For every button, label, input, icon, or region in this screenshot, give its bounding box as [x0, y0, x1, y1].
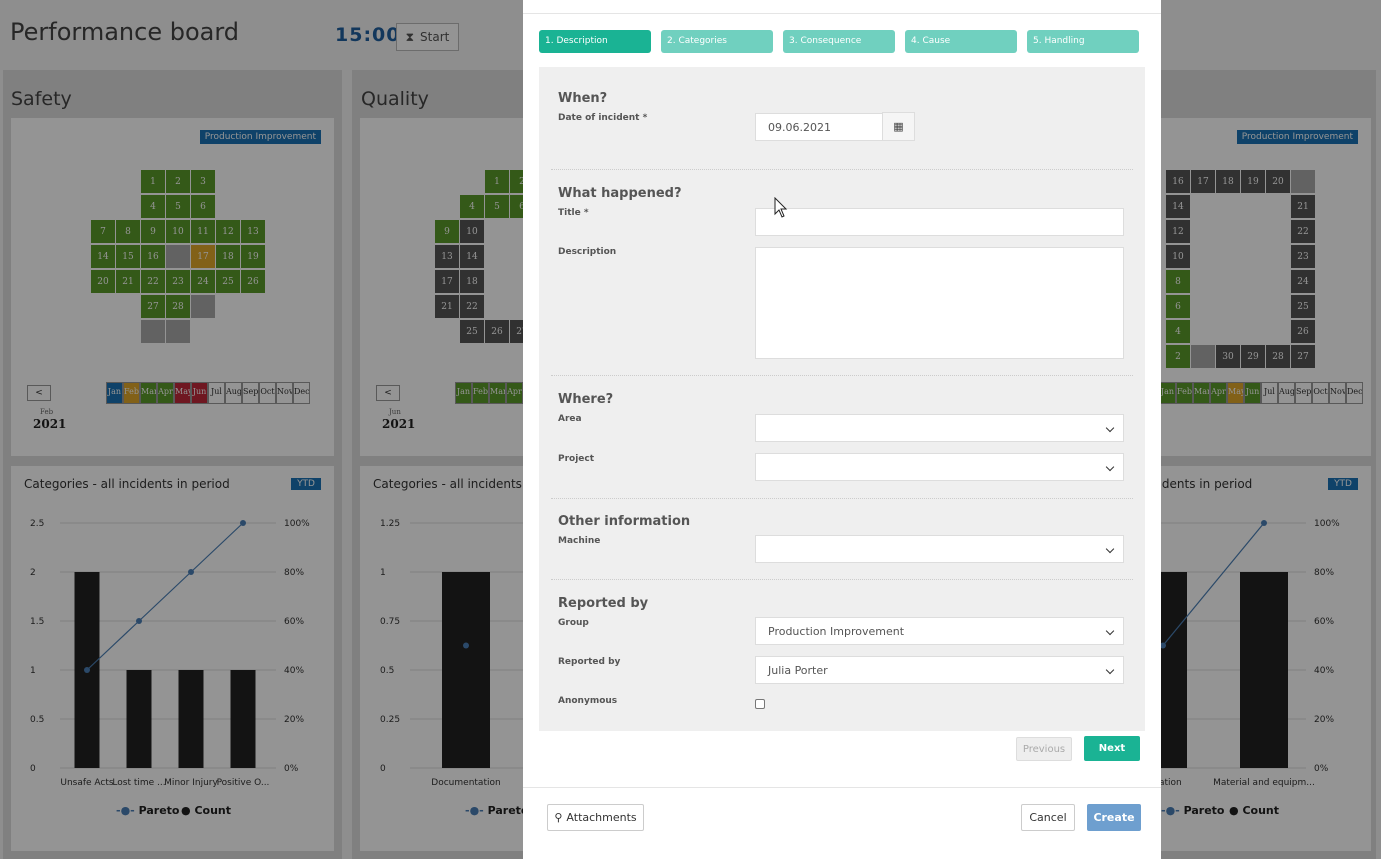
incident-modal: 1. Description 2. Categories 3. Conseque… — [523, 0, 1161, 859]
step-categories[interactable]: 2. Categories — [661, 30, 773, 53]
date-input[interactable]: 09.06.2021 — [755, 113, 884, 141]
divider — [551, 579, 1133, 580]
divider — [551, 169, 1133, 170]
reported-heading: Reported by — [558, 596, 649, 611]
when-heading: When? — [558, 91, 608, 106]
modal-footer-divider — [523, 787, 1161, 788]
area-label: Area — [558, 414, 582, 424]
attachments-label: Attachments — [566, 811, 637, 824]
group-select[interactable]: Production Improvement — [755, 617, 1124, 645]
title-label: Title * — [558, 208, 589, 218]
group-label: Group — [558, 618, 589, 628]
cancel-button[interactable]: Cancel — [1021, 804, 1075, 831]
reported-by-select[interactable]: Julia Porter — [755, 656, 1124, 684]
description-label: Description — [558, 247, 617, 257]
other-heading: Other information — [558, 514, 691, 529]
machine-label: Machine — [558, 536, 601, 546]
description-textarea[interactable] — [755, 247, 1124, 359]
previous-button[interactable]: Previous — [1016, 737, 1072, 761]
mouse-cursor-icon — [774, 197, 788, 218]
next-button[interactable]: Next — [1084, 736, 1140, 761]
incident-form: When? Date of incident * 09.06.2021 ▦ Wh… — [539, 67, 1145, 731]
attachments-button[interactable]: ⚲ Attachments — [547, 804, 644, 831]
calendar-icon[interactable]: ▦ — [882, 112, 915, 141]
where-heading: Where? — [558, 392, 614, 407]
area-select[interactable] — [755, 414, 1124, 442]
project-label: Project — [558, 454, 595, 464]
divider — [551, 375, 1133, 376]
anonymous-label: Anonymous — [558, 696, 618, 706]
date-label: Date of incident * — [558, 113, 648, 123]
divider — [551, 498, 1133, 499]
title-input[interactable] — [755, 208, 1124, 236]
group-value: Production Improvement — [768, 624, 905, 638]
machine-select[interactable] — [755, 535, 1124, 563]
step-handling[interactable]: 5. Handling — [1027, 30, 1139, 53]
project-select[interactable] — [755, 453, 1124, 481]
reported-by-value: Julia Porter — [768, 663, 828, 677]
create-button[interactable]: Create — [1087, 804, 1141, 831]
step-consequence[interactable]: 3. Consequence — [783, 30, 895, 53]
step-description[interactable]: 1. Description — [539, 30, 651, 53]
wizard-steps: 1. Description 2. Categories 3. Conseque… — [539, 30, 1139, 53]
reported-by-label: Reported by — [558, 657, 621, 667]
modal-header-divider — [523, 13, 1161, 14]
what-heading: What happened? — [558, 186, 682, 201]
anonymous-checkbox[interactable] — [755, 699, 765, 709]
paperclip-icon: ⚲ — [554, 811, 563, 824]
step-cause[interactable]: 4. Cause — [905, 30, 1017, 53]
